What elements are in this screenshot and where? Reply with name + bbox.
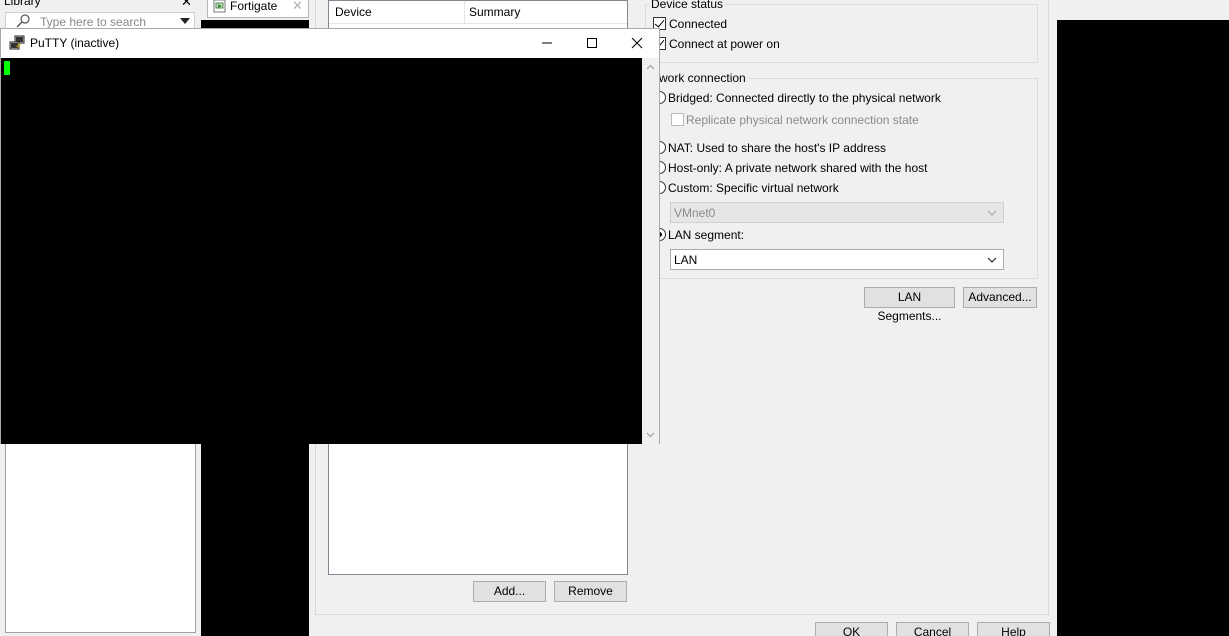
scroll-down-icon[interactable]	[646, 430, 655, 439]
replicate-state-label: Replicate physical network connection st…	[686, 113, 919, 127]
remove-button[interactable]: Remove	[554, 581, 627, 602]
lan-segment-label: LAN segment:	[668, 228, 745, 242]
vm-icon	[213, 0, 226, 13]
library-close-icon[interactable]: ✕	[181, 0, 192, 10]
maximize-icon	[587, 38, 597, 48]
putty-terminal[interactable]	[1, 58, 642, 444]
tab-fortigate[interactable]: Fortigate ✕	[207, 0, 309, 18]
ok-button[interactable]: OK	[815, 622, 888, 636]
cancel-button[interactable]: Cancel	[896, 622, 969, 636]
column-device[interactable]: Device	[335, 5, 372, 19]
putty-title: PuTTY (inactive)	[30, 36, 120, 50]
chevron-down-icon	[987, 257, 997, 263]
maximize-button[interactable]	[569, 29, 614, 58]
bridged-label: Bridged: Connected directly to the physi…	[668, 91, 941, 105]
chevron-down-icon	[987, 210, 997, 216]
putty-title-bar[interactable]: PuTTY (inactive)	[1, 29, 659, 58]
network-connection-legend: etwork connection	[647, 71, 748, 85]
search-icon	[16, 14, 30, 28]
custom-label: Custom: Specific virtual network	[668, 181, 839, 195]
terminal-cursor	[4, 61, 10, 75]
help-button[interactable]: Help	[977, 622, 1050, 636]
custom-network-select[interactable]: VMnet0	[670, 202, 1004, 223]
lan-segment-value: LAN	[674, 253, 698, 267]
window-edge	[1057, 0, 1229, 20]
nat-label: NAT: Used to share the host's IP address	[668, 141, 886, 155]
lan-segments-button[interactable]: LAN Segments...	[864, 287, 955, 323]
connected-label: Connected	[669, 17, 728, 31]
connect-at-power-on-label: Connect at power on	[669, 37, 780, 51]
add-button[interactable]: Add...	[473, 581, 546, 602]
library-title: Library	[4, 0, 41, 8]
advanced-button[interactable]: Advanced...	[963, 287, 1037, 308]
tab-label: Fortigate	[230, 0, 278, 13]
search-dropdown-icon[interactable]	[179, 15, 191, 27]
column-summary[interactable]: Summary	[469, 5, 520, 19]
device-status-group: Device status	[645, 0, 1038, 63]
header-divider	[329, 23, 627, 24]
device-status-legend: Device status	[649, 0, 726, 11]
tab-close-icon[interactable]: ✕	[292, 0, 303, 14]
minimize-icon	[542, 42, 552, 44]
column-separator	[464, 1, 465, 23]
putty-scrollbar[interactable]	[642, 58, 659, 444]
replicate-state-checkbox[interactable]	[671, 113, 684, 126]
search-placeholder: Type here to search	[40, 15, 147, 29]
putty-app-icon	[9, 35, 25, 50]
minimize-button[interactable]	[524, 29, 569, 58]
scroll-up-icon[interactable]	[646, 63, 655, 72]
custom-network-value: VMnet0	[674, 206, 716, 220]
putty-window[interactable]: PuTTY (inactive)	[0, 28, 660, 444]
vm-tab-strip: Fortigate ✕	[201, 0, 309, 20]
lan-segment-select[interactable]: LAN	[670, 249, 1004, 270]
close-button[interactable]	[614, 29, 659, 58]
host-only-label: Host-only: A private network shared with…	[668, 161, 928, 175]
close-icon	[631, 37, 643, 49]
